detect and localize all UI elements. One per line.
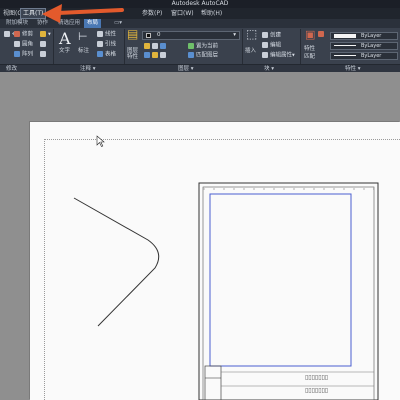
annotation-arrow-icon: [42, 4, 124, 23]
